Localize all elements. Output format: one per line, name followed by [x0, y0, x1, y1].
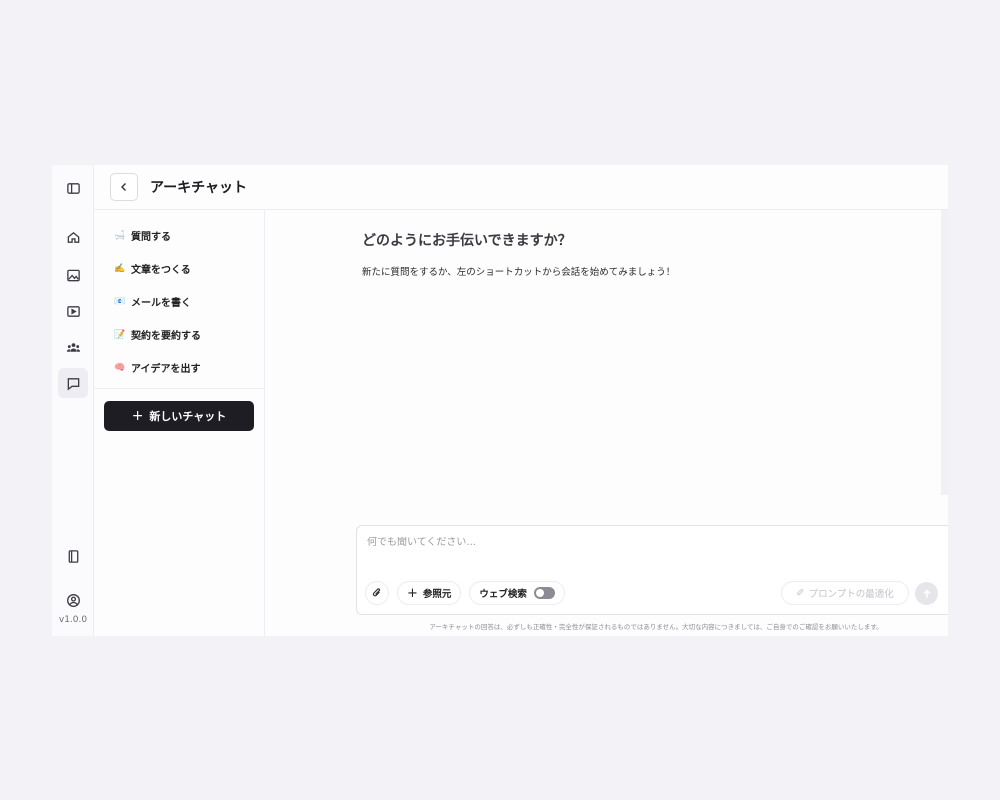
- scrollbar[interactable]: [941, 210, 948, 495]
- shortcut-label: 契約を要約する: [131, 331, 201, 342]
- shortcut-label: 質問する: [131, 232, 171, 243]
- shortcut-ideas[interactable]: 🧠 アイデアを出す: [94, 351, 264, 384]
- send-button[interactable]: [915, 582, 938, 605]
- shortcut-label: メールを書く: [131, 298, 191, 309]
- magic-wand-icon: ✐: [796, 587, 805, 599]
- writing-hand-icon: ✍️: [114, 263, 126, 274]
- bathtub-icon: 🛁: [114, 230, 126, 241]
- paperclip-icon: [372, 588, 381, 597]
- plus-icon: +: [131, 408, 144, 424]
- optimize-prompt-button[interactable]: ✐ プロンプトの最適化: [781, 581, 909, 605]
- greeting-subtitle: 新たに質問をするか、左のショートカットから会話を始めてみましょう！: [362, 267, 676, 278]
- shortcut-write[interactable]: ✍️ 文章をつくる: [94, 252, 264, 285]
- user-circle-icon[interactable]: [58, 585, 88, 615]
- version-label: v1.0.0: [58, 615, 88, 625]
- reference-button[interactable]: + 参照元: [397, 581, 462, 605]
- attach-button[interactable]: [365, 581, 389, 605]
- shortcut-list: 🛁 質問する ✍️ 文章をつくる 📧 メールを書く 📝 契約を要約する 🧠 アイ…: [94, 210, 264, 389]
- main-area: アーキチャット 🛁 質問する ✍️ 文章をつくる 📧 メールを書く 📝 契約を要…: [94, 165, 948, 636]
- app-window: v1.0.0 アーキチャット 🛁 質問する ✍️ 文章をつくる 📧 メールを書く…: [52, 165, 948, 636]
- shortcut-summarize[interactable]: 📝 契約を要約する: [94, 318, 264, 351]
- chat-area: どのようにお手伝いできますか？ 新たに質問をするか、左のショートカットから会話を…: [265, 210, 948, 636]
- shortcut-label: 文章をつくる: [131, 265, 191, 276]
- reference-label: 参照元: [422, 589, 452, 600]
- new-chat-button[interactable]: + 新しいチャット: [104, 401, 254, 431]
- image-icon[interactable]: [58, 260, 88, 290]
- arrow-up-icon: [922, 588, 931, 597]
- video-icon[interactable]: [58, 296, 88, 326]
- shortcut-label: アイデアを出す: [131, 364, 201, 375]
- brain-icon: 🧠: [114, 362, 126, 373]
- chevron-left-icon: [121, 183, 126, 191]
- web-search-toggle[interactable]: ウェブ検索: [469, 581, 565, 605]
- greeting-heading: どのようにお手伝いできますか？: [362, 233, 572, 249]
- page-title: アーキチャット: [150, 180, 248, 196]
- shortcut-ask[interactable]: 🛁 質問する: [94, 219, 264, 252]
- sidebar-toggle-icon[interactable]: [58, 173, 88, 203]
- home-icon[interactable]: [58, 222, 88, 252]
- prompt-input[interactable]: [367, 537, 767, 548]
- toggle-switch[interactable]: [533, 587, 555, 599]
- web-search-label: ウェブ検索: [479, 589, 527, 600]
- composer: + 参照元 ウェブ検索 ✐ プロンプトの最適化: [356, 525, 948, 615]
- plus-icon: +: [407, 585, 418, 601]
- disclaimer-text: アーキチャットの回答は、必ずしも正確性・完全性が保証されるものではありません。大…: [429, 623, 883, 631]
- optimize-label: プロンプトの最適化: [808, 589, 894, 600]
- back-button[interactable]: [110, 173, 138, 201]
- users-icon[interactable]: [58, 332, 88, 362]
- icon-rail: v1.0.0: [52, 165, 94, 636]
- composer-toolbar: + 参照元 ウェブ検索: [365, 581, 565, 605]
- header: アーキチャット: [94, 165, 948, 210]
- book-icon[interactable]: [58, 541, 88, 571]
- shortcut-panel: 🛁 質問する ✍️ 文章をつくる 📧 メールを書く 📝 契約を要約する 🧠 アイ…: [94, 210, 265, 636]
- chat-icon[interactable]: [58, 368, 88, 398]
- new-chat-label: 新しいチャット: [149, 410, 227, 423]
- shortcut-email[interactable]: 📧 メールを書く: [94, 285, 264, 318]
- memo-icon: 📝: [114, 329, 126, 340]
- email-icon: 📧: [114, 296, 126, 307]
